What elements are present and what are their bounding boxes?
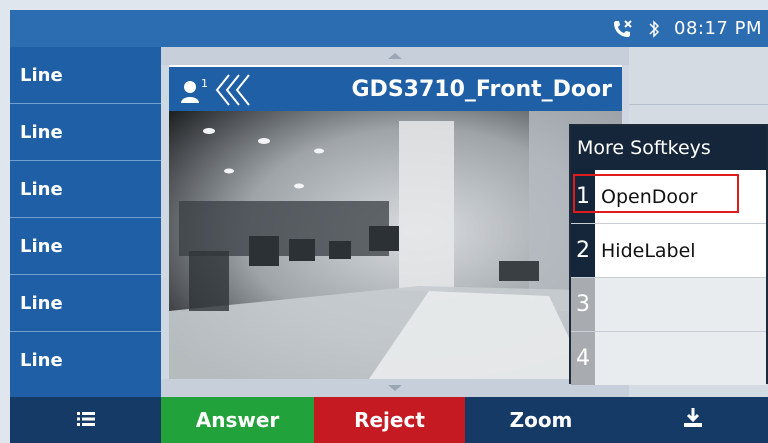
call-count: 1 — [201, 77, 208, 90]
bluetooth-icon — [648, 19, 660, 39]
answer-button[interactable]: Answer — [161, 397, 314, 443]
status-bar: 08:17 PM — [10, 10, 768, 47]
line-key[interactable]: Line — [10, 275, 161, 332]
chevrons-left-icon — [213, 73, 261, 111]
softkey-opendoor[interactable]: 1 OpenDoor — [571, 170, 766, 223]
softkey-bar: Answer Reject Zoom — [10, 397, 768, 443]
call-area: 1 GDS3710_Front_Door — [161, 47, 629, 397]
line-key[interactable]: Line — [10, 218, 161, 275]
item-number: 3 — [571, 278, 595, 331]
menu-list-icon — [76, 408, 95, 432]
right-panel-row — [629, 47, 768, 105]
caller-name: GDS3710_Front_Door — [351, 77, 613, 102]
person-icon: 1 — [179, 77, 209, 109]
line-key[interactable]: Line — [10, 47, 161, 104]
scroll-down-arrow[interactable] — [161, 379, 629, 397]
softkey-hidelabel[interactable]: 2 HideLabel — [571, 223, 766, 277]
download-icon — [682, 407, 704, 434]
phone-screen: 08:17 PM Line Line Line Line Line Line 1 — [0, 0, 768, 443]
line-key[interactable]: Line — [10, 104, 161, 161]
video-feed — [169, 111, 622, 379]
line-key[interactable]: Line — [10, 161, 161, 218]
softkey-empty-4[interactable]: 4 — [571, 331, 766, 385]
item-number: 4 — [571, 332, 595, 385]
line-keys: Line Line Line Line Line Line — [10, 47, 161, 397]
line-key[interactable]: Line — [10, 332, 161, 389]
status-time: 08:17 PM — [674, 18, 762, 39]
download-softkey[interactable] — [617, 397, 768, 443]
menu-softkey[interactable] — [10, 397, 161, 443]
item-number: 1 — [571, 170, 595, 223]
missed-call-icon — [612, 19, 634, 39]
reject-button[interactable]: Reject — [314, 397, 465, 443]
zoom-button[interactable]: Zoom — [465, 397, 617, 443]
popup-title: More Softkeys — [571, 126, 766, 170]
scroll-up-arrow[interactable] — [161, 47, 629, 65]
camera-image — [169, 111, 622, 379]
softkey-empty-3[interactable]: 3 — [571, 277, 766, 331]
item-label: OpenDoor — [601, 185, 698, 208]
item-number: 2 — [571, 224, 595, 277]
call-header: 1 GDS3710_Front_Door — [169, 65, 622, 113]
more-softkeys-popup: More Softkeys 1 OpenDoor 2 HideLabel 3 4 — [569, 124, 768, 385]
item-label: HideLabel — [601, 239, 696, 262]
